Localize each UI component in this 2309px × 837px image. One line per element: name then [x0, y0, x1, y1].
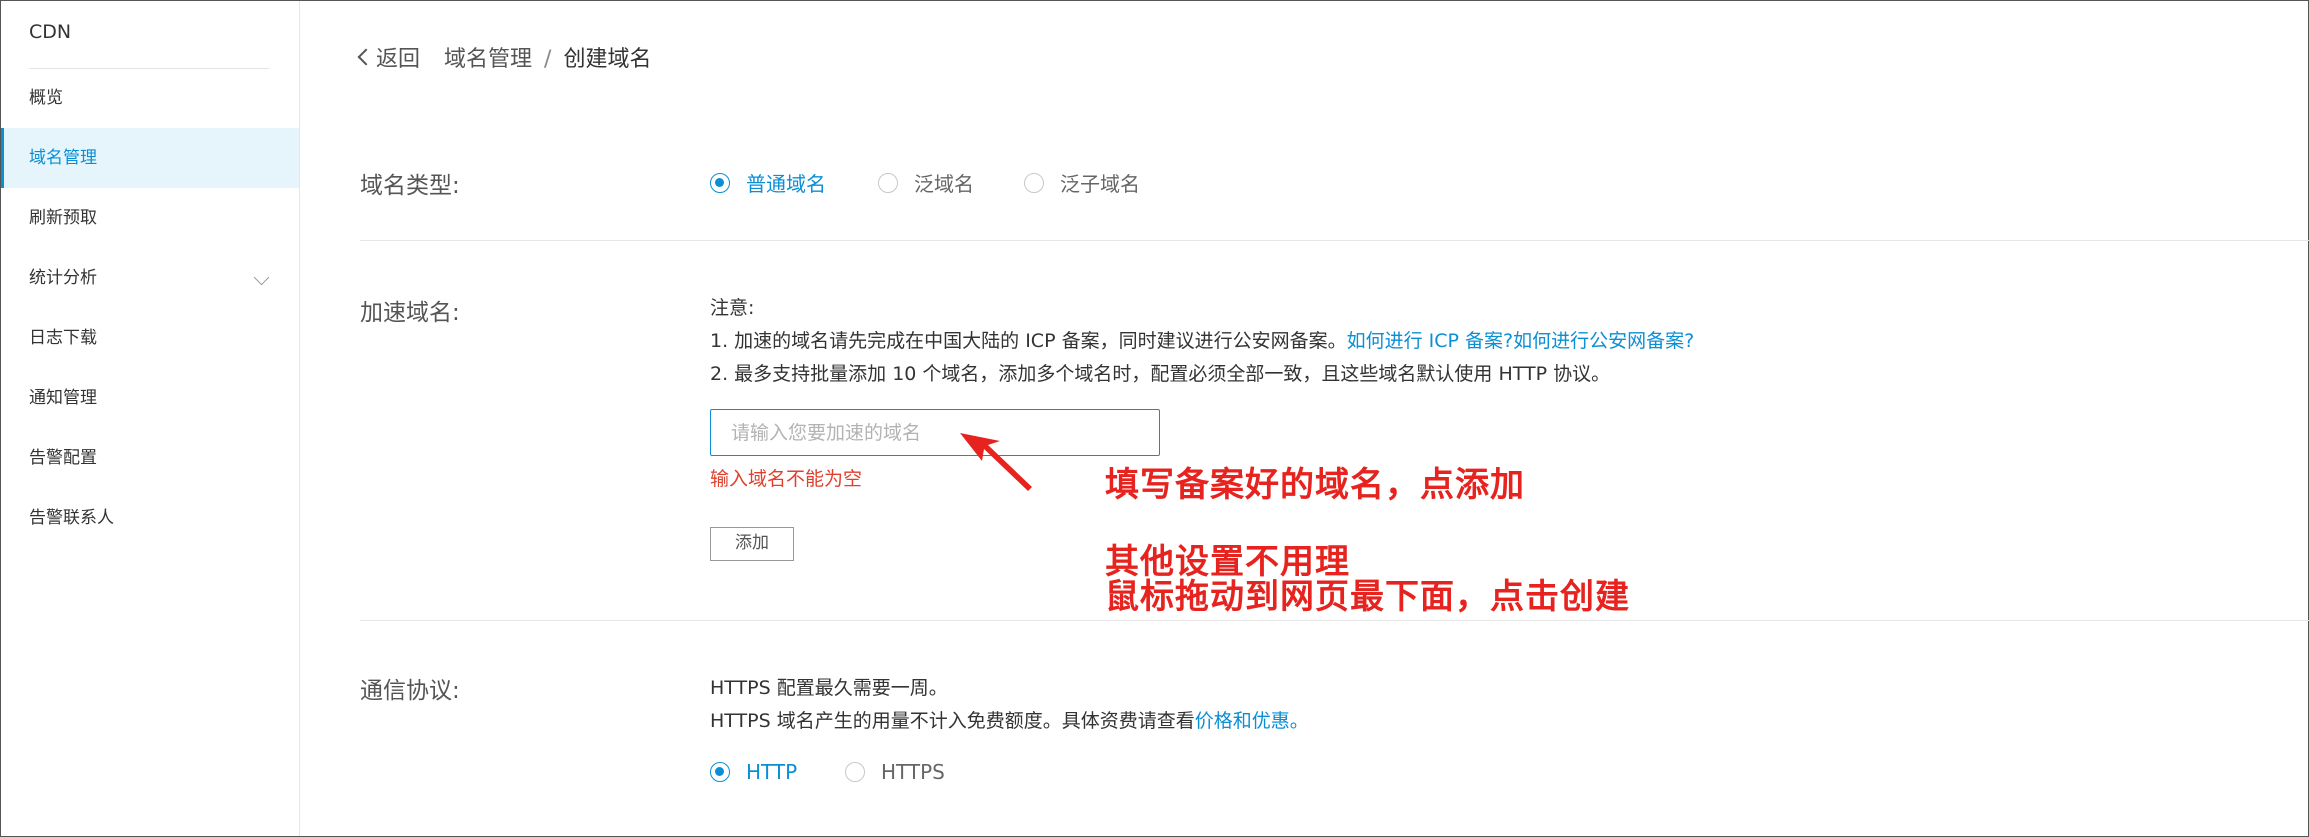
breadcrumb-parent[interactable]: 域名管理 — [444, 47, 532, 72]
radio-label: HTTP — [746, 760, 798, 784]
sidebar-item-label: 告警联系人 — [29, 508, 114, 528]
radio-label: 普通域名 — [746, 172, 826, 196]
sidebar-item-overview[interactable]: 概览 — [1, 68, 299, 128]
note-title: 注意: — [710, 297, 755, 319]
annotation-arrow-icon — [960, 433, 1032, 491]
note-text: 1. 加速的域名请先完成在中国大陆的 ICP 备案，同时建议进行公安网备案。 — [710, 330, 1347, 352]
sidebar: CDN 概览 域名管理 刷新预取 统计分析 日志下载 通知管理 告警配置 告警联… — [1, 1, 300, 836]
protocol-label: 通信协议: — [360, 678, 460, 704]
error-message: 输入域名不能为空 — [710, 468, 863, 490]
sidebar-item-notification[interactable]: 通知管理 — [1, 368, 299, 428]
main-content: 返回 域名管理 / 创建域名 域名类型: 普通域名 泛域名 泛子域名 加速域名: 注意… — [300, 1, 2309, 837]
protocol-note-2: HTTPS 域名产生的用量不计入免费额度。具体资费请查看价格和优惠。 — [710, 706, 1309, 733]
sidebar-item-label: 统计分析 — [29, 268, 97, 288]
radio-checked-icon — [710, 172, 730, 193]
radio-unchecked-icon — [878, 172, 898, 193]
radio-normal-domain[interactable]: 普通域名 — [710, 168, 826, 197]
note-line-2: 2. 最多支持批量添加 10 个域名，添加多个域名时，配置必须全部一致，且这些域… — [710, 363, 1611, 385]
sidebar-item-alert-config[interactable]: 告警配置 — [1, 428, 299, 488]
radio-https[interactable]: HTTPS — [845, 760, 945, 784]
sidebar-item-label: 刷新预取 — [29, 208, 97, 228]
breadcrumb-current: 创建域名 — [563, 47, 652, 72]
sidebar-item-label: 概览 — [29, 88, 63, 108]
radio-http[interactable]: HTTP — [710, 760, 797, 784]
note-end: 。 — [1289, 710, 1309, 732]
back-link[interactable]: 返回 — [357, 47, 421, 72]
note-text: HTTPS 域名产生的用量不计入免费额度。具体资费请查看 — [710, 710, 1195, 732]
sidebar-title: CDN — [29, 21, 72, 43]
annotation-fill-domain: 填写备案好的域名，点添加 — [1105, 465, 1525, 505]
sidebar-item-refresh-prefetch[interactable]: 刷新预取 — [1, 188, 299, 248]
sidebar-item-label: 通知管理 — [29, 388, 97, 408]
sidebar-item-label: 告警配置 — [29, 448, 97, 468]
radio-unchecked-icon — [1024, 172, 1044, 193]
breadcrumb-separator: / — [544, 47, 552, 72]
radio-wildcard-subdomain[interactable]: 泛子域名 — [1024, 168, 1140, 197]
sidebar-item-domain-management[interactable]: 域名管理 — [1, 128, 299, 188]
sidebar-item-statistics[interactable]: 统计分析 — [1, 248, 299, 308]
section-divider — [360, 620, 2309, 621]
sidebar-item-log-download[interactable]: 日志下载 — [1, 308, 299, 368]
radio-label: 泛域名 — [914, 172, 974, 196]
chevron-left-icon — [357, 48, 375, 66]
protocol-note-1: HTTPS 配置最久需要一周。 — [710, 677, 948, 699]
pricing-link[interactable]: 价格和优惠 — [1195, 710, 1290, 732]
sidebar-item-label: 日志下载 — [29, 328, 97, 348]
breadcrumb: 返回 域名管理 / 创建域名 — [357, 41, 652, 73]
accel-domain-label: 加速域名: — [360, 300, 460, 326]
note-line-1: 1. 加速的域名请先完成在中国大陆的 ICP 备案，同时建议进行公安网备案。如何… — [710, 326, 1694, 353]
chevron-down-icon — [253, 269, 270, 286]
annotation-scroll-create: 鼠标拖动到网页最下面，点击创建 — [1105, 577, 1630, 617]
radio-label: HTTPS — [881, 760, 945, 784]
domain-input[interactable] — [710, 409, 1160, 456]
sidebar-item-alert-contacts[interactable]: 告警联系人 — [1, 488, 299, 548]
radio-unchecked-icon — [845, 762, 865, 782]
radio-checked-icon — [710, 762, 730, 782]
radio-wildcard-domain[interactable]: 泛域名 — [878, 168, 974, 197]
domain-type-label: 域名类型: — [360, 173, 460, 199]
back-label: 返回 — [376, 47, 421, 72]
add-button[interactable]: 添加 — [710, 527, 794, 561]
radio-label: 泛子域名 — [1060, 172, 1140, 196]
icp-filing-link[interactable]: 如何进行 ICP 备案? — [1347, 330, 1514, 352]
sidebar-item-label: 域名管理 — [29, 148, 97, 168]
police-filing-link[interactable]: 如何进行公安网备案? — [1513, 330, 1694, 352]
section-divider — [360, 240, 2309, 241]
